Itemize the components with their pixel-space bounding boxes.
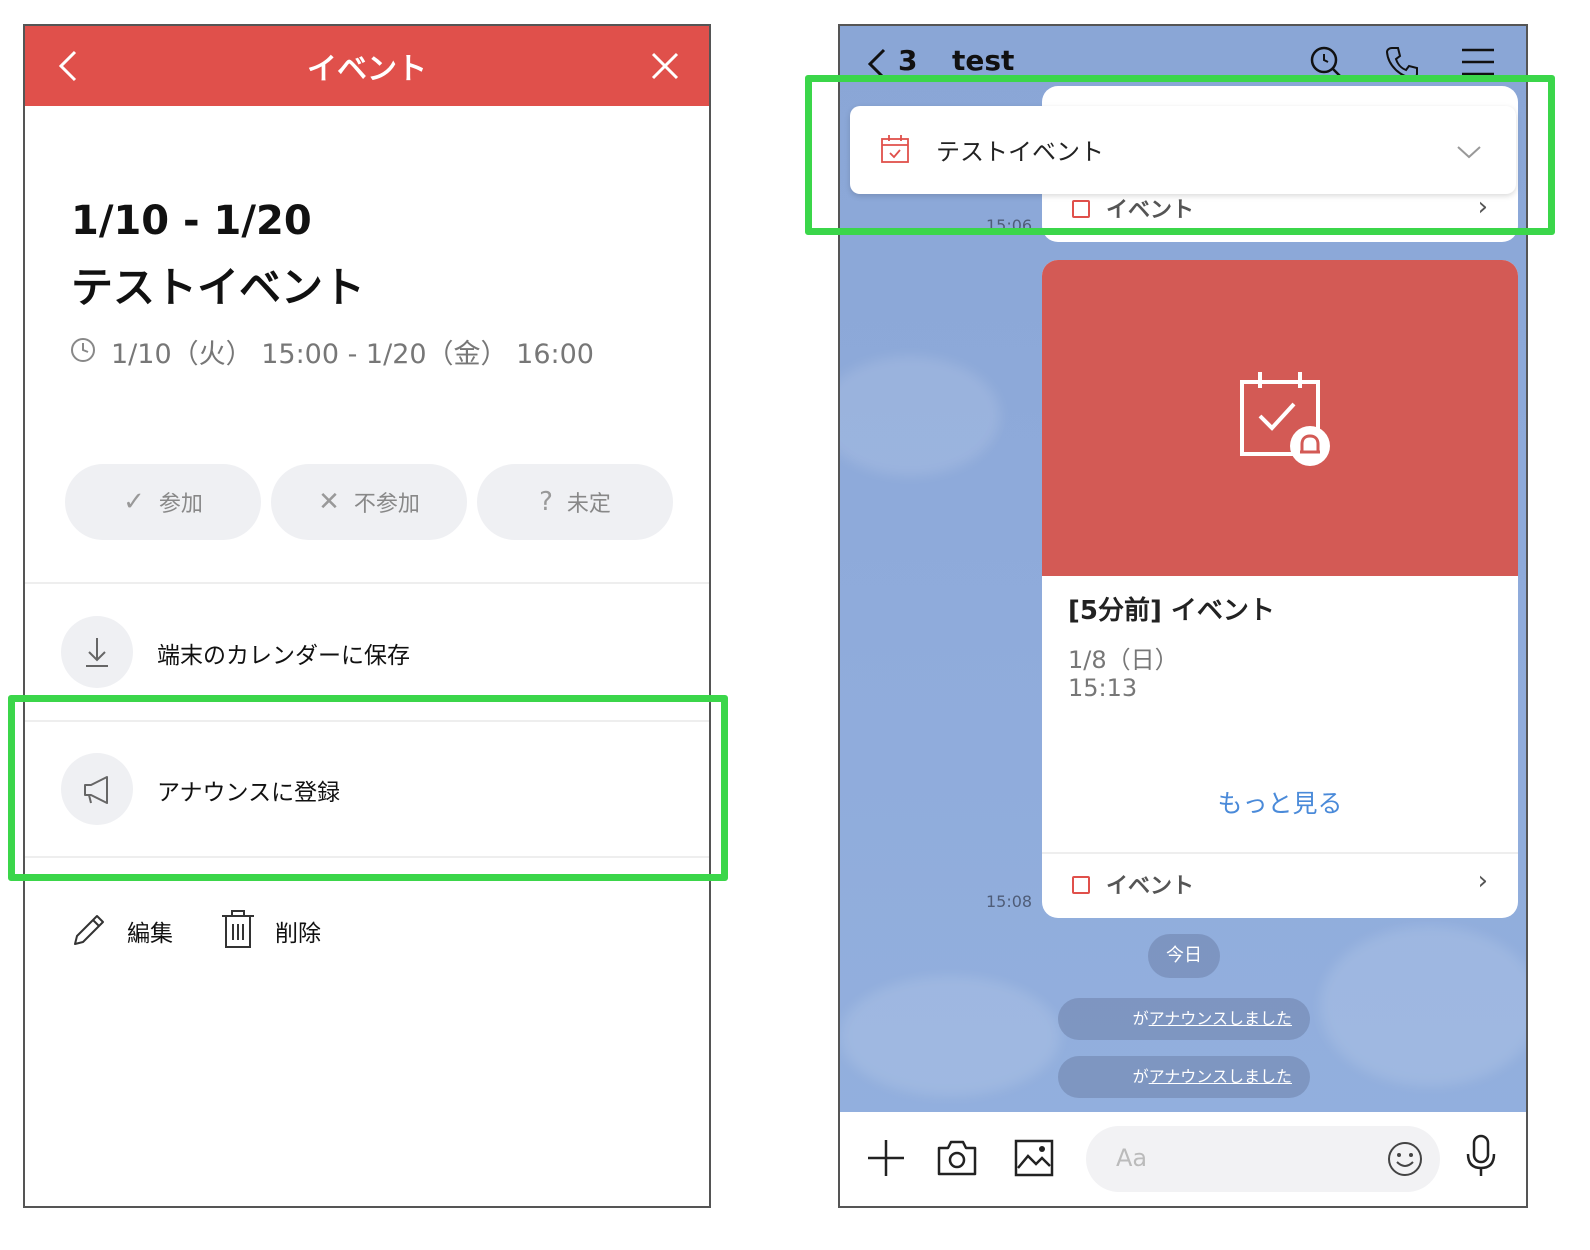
card-banner [1042, 260, 1518, 576]
image-icon[interactable] [1014, 1138, 1054, 1178]
event-header: イベント [25, 26, 709, 106]
card-date: 1/8（日） [1068, 646, 1179, 674]
question-icon: ? [539, 487, 553, 517]
unread-count[interactable]: 3 [898, 44, 917, 77]
calendar-bell-icon [1240, 372, 1330, 466]
calendar-small-icon [1072, 876, 1090, 894]
download-icon [86, 638, 108, 667]
plus-icon[interactable] [866, 1138, 906, 1178]
event-datetime: 1/10（火） 15:00 - 1/20（金） 16:00 [111, 339, 594, 370]
background-cloud [840, 356, 1000, 476]
event-date-range: 1/10 - 1/20 [71, 198, 312, 244]
x-icon: ✕ [318, 487, 340, 517]
microphone-icon[interactable] [1464, 1134, 1498, 1178]
event-link-label: イベント [1106, 874, 1195, 899]
highlight-box-pinned [805, 75, 1555, 235]
card-time: 15:13 [1068, 674, 1138, 702]
download-icon-circle[interactable] [61, 616, 133, 688]
pencil-icon[interactable] [69, 910, 109, 950]
trash-icon[interactable] [219, 908, 257, 950]
highlight-box-announce [8, 695, 728, 881]
camera-icon[interactable] [936, 1138, 978, 1178]
date-separator: 今日 [1148, 934, 1220, 978]
event-reminder-card[interactable]: [5分前] イベント 1/8（日） 15:13 もっと見る イベント › [1042, 260, 1518, 918]
check-icon: ✓ [123, 487, 145, 517]
see-more-link[interactable]: もっと見る [1042, 784, 1518, 820]
announcement-link[interactable]: アナウンスしました [1149, 1009, 1292, 1028]
message-input-placeholder: Aa [1116, 1144, 1148, 1172]
announcement-notice[interactable]: がアナウンスしました [1058, 1056, 1310, 1098]
message-timestamp: 15:08 [986, 892, 1033, 911]
rsvp-decline-button[interactable]: ✕ 不参加 [271, 464, 467, 540]
save-to-calendar-action[interactable]: 端末のカレンダーに保存 [157, 636, 410, 670]
edit-button[interactable]: 編集 [127, 914, 173, 948]
announcement-prefix: が [1132, 1009, 1149, 1028]
header-title: イベント [307, 52, 427, 87]
delete-button[interactable]: 削除 [275, 914, 321, 948]
announcement-notice[interactable]: がアナウンスしました [1058, 998, 1310, 1040]
background-cloud [1320, 926, 1526, 1086]
background-cloud [840, 976, 1060, 1096]
event-detail-screen: イベント 1/10 - 1/20 テストイベント 1/10（火） 15:00 -… [23, 24, 711, 1208]
clock-icon [71, 338, 95, 362]
divider [25, 582, 709, 584]
announcement-prefix: が [1132, 1067, 1149, 1086]
message-toolbar: Aa [840, 1112, 1526, 1206]
event-link[interactable]: イベント [1072, 868, 1194, 900]
close-icon[interactable] [647, 48, 683, 84]
rsvp-decline-label: 不参加 [353, 492, 420, 517]
event-title: テストイベント [71, 263, 366, 312]
rsvp-undecided-button[interactable]: ? 未定 [477, 464, 673, 540]
chevron-right-icon: › [1477, 866, 1488, 896]
announcement-link[interactable]: アナウンスしました [1149, 1067, 1292, 1086]
rsvp-attend-label: 参加 [158, 492, 203, 517]
emoji-icon[interactable] [1386, 1140, 1424, 1178]
rsvp-attend-button[interactable]: ✓ 参加 [65, 464, 261, 540]
rsvp-undecided-label: 未定 [566, 492, 611, 517]
card-title: [5分前] イベント [1068, 596, 1275, 626]
message-input[interactable]: Aa [1086, 1126, 1440, 1192]
divider [1042, 852, 1518, 854]
chat-name: test [952, 44, 1015, 77]
